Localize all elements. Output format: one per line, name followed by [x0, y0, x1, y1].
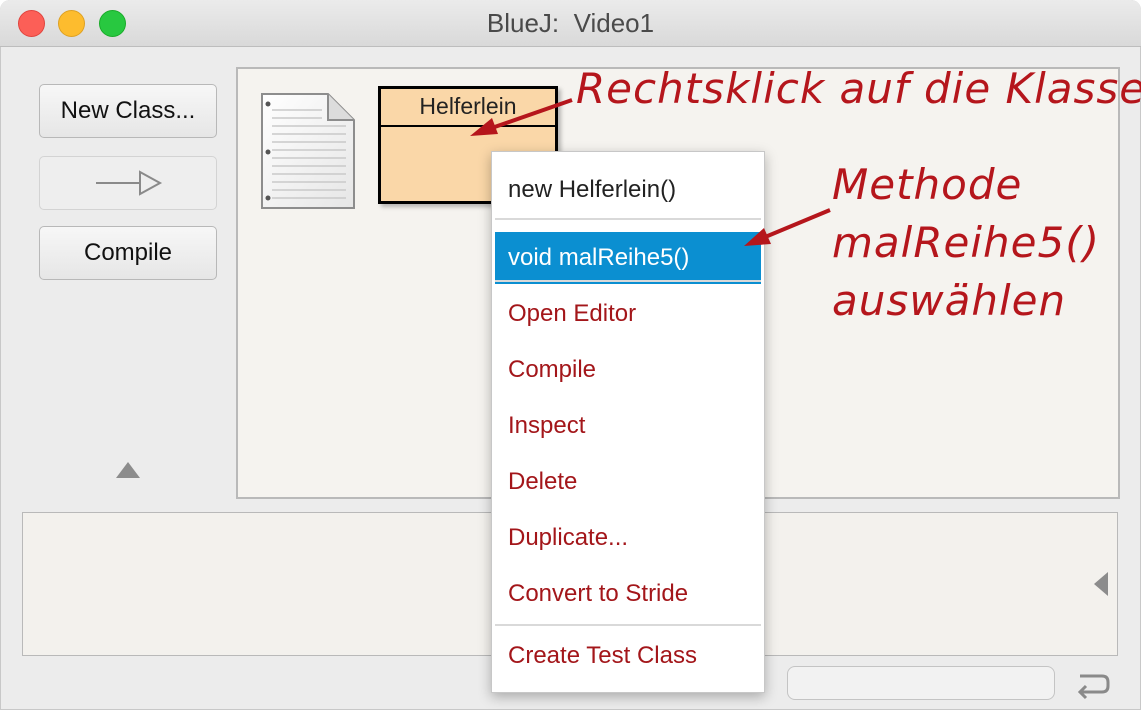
annotation-method-line2: malReihe5()	[832, 218, 1100, 267]
annotation-arrow-right-click	[470, 98, 573, 136]
annotation-method-line3: auswählen	[832, 276, 1067, 325]
annotation-method-line1: Methode	[832, 160, 1023, 209]
annotation-arrow-method	[744, 208, 831, 246]
bluej-window: BlueJ: Video1 New Class... Compile Helfe…	[0, 0, 1141, 710]
annotation-right-click: Rechtsklick auf die Klasse	[576, 64, 1141, 113]
